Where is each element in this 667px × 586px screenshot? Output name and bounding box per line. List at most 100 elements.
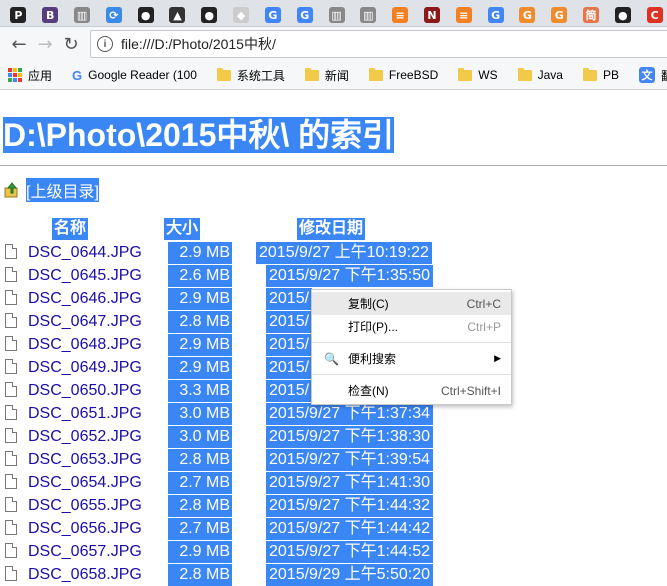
file-modified-date: 2015/9/27 下午1:44:42 [266, 518, 434, 540]
c-red-icon: C [646, 7, 663, 23]
tab-20[interactable]: C [642, 4, 667, 26]
bookmark-6[interactable]: Java [517, 67, 563, 82]
file-link[interactable]: DSC_0654.JPG [28, 472, 142, 494]
file-modified-date: 2015/9/27 下午1:37:34 [266, 403, 434, 425]
g-orange-icon: G [519, 7, 536, 23]
column-header-size[interactable]: 大小 [164, 218, 200, 240]
file-link[interactable]: DSC_0656.JPG [28, 518, 142, 540]
tab-5[interactable]: ▲ [165, 4, 190, 26]
parent-directory-label: [上级目录] [26, 178, 99, 202]
bookmark-4[interactable]: FreeBSD [368, 67, 439, 82]
file-icon [5, 428, 17, 443]
file-link[interactable]: DSC_0651.JPG [28, 403, 142, 425]
column-header-name[interactable]: 名称 [52, 218, 88, 240]
table-row: DSC_0653.JPG 2.8 MB 2015/9/27 下午1:39:54 [0, 449, 667, 471]
forward-button[interactable]: → [32, 31, 58, 57]
tab-1[interactable]: B [38, 4, 63, 26]
folder-icon [582, 67, 597, 81]
menu-item-label: 打印(P)... [348, 320, 398, 334]
file-modified-date: 2015/ [266, 334, 313, 356]
table-row: DSC_0657.JPG 2.9 MB 2015/9/27 下午1:44:52 [0, 541, 667, 563]
g-orange-icon: G [551, 7, 568, 23]
book-icon: ▥ [328, 7, 345, 23]
file-link[interactable]: DSC_0644.JPG [28, 242, 142, 264]
divider [0, 165, 667, 166]
parent-directory-link[interactable]: [上级目录] [4, 178, 99, 202]
file-modified-date: 2015/9/27 下午1:44:32 [266, 495, 434, 517]
google-icon: G [487, 7, 504, 23]
file-link[interactable]: DSC_0652.JPG [28, 426, 142, 448]
tab-17[interactable]: G [547, 4, 572, 26]
tab-13[interactable]: N [420, 4, 445, 26]
file-link[interactable]: DSC_0655.JPG [28, 495, 142, 517]
column-header-modified[interactable]: 修改日期 [297, 218, 365, 240]
tab-2[interactable]: ▥ [70, 4, 95, 26]
file-modified-date: 2015/ [266, 357, 313, 379]
tab-19[interactable]: ● [610, 4, 635, 26]
file-icon [5, 267, 17, 282]
context-menu-item[interactable]: 检查(N) Ctrl+Shift+I [312, 379, 511, 402]
file-link[interactable]: DSC_0648.JPG [28, 334, 142, 356]
reload-button[interactable]: ↻ [58, 31, 84, 57]
tab-9[interactable]: G [292, 4, 317, 26]
tab-6[interactable]: ● [197, 4, 222, 26]
context-menu: 复制(C) Ctrl+C 打印(P)... Ctrl+P 🔍 便利搜索 ▶ 检查(N) Ctrl… [311, 289, 512, 405]
tab-4[interactable]: ● [133, 4, 158, 26]
bookmark-8[interactable]: 文翻译 [639, 67, 667, 84]
file-size: 2.9 MB [168, 334, 232, 356]
file-size: 2.8 MB [168, 449, 232, 471]
file-link[interactable]: DSC_0649.JPG [28, 357, 142, 379]
tab-10[interactable]: ▥ [324, 4, 349, 26]
loop-icon: ⟳ [105, 7, 122, 23]
tab-12[interactable]: ≡ [388, 4, 413, 26]
bookmark-label: WS [478, 68, 498, 82]
file-link[interactable]: DSC_0657.JPG [28, 541, 142, 563]
table-row: DSC_0656.JPG 2.7 MB 2015/9/27 下午1:44:42 [0, 518, 667, 540]
file-link[interactable]: DSC_0658.JPG [28, 564, 142, 586]
bookmark-1[interactable]: G Google Reader (100 [72, 68, 197, 83]
file-modified-date: 2015/9/27 下午1:44:52 [266, 541, 434, 563]
bookmark-7[interactable]: PB [582, 67, 619, 82]
file-link[interactable]: DSC_0645.JPG [28, 265, 142, 287]
bookmark-2[interactable]: 系统工具 [216, 67, 285, 84]
tab-18[interactable]: 简 [579, 4, 604, 26]
bookmark-5[interactable]: WS [458, 67, 498, 82]
menu-separator [312, 374, 511, 375]
table-row: DSC_0645.JPG 2.6 MB 2015/9/27 下午1:35:50 [0, 265, 667, 287]
tab-8[interactable]: G [261, 4, 286, 26]
tab-14[interactable]: ≡ [451, 4, 476, 26]
file-icon [5, 382, 17, 397]
bookmark-3[interactable]: 新闻 [304, 67, 349, 84]
address-bar[interactable]: i file:///D:/Photo/2015中秋/ [90, 30, 667, 58]
table-row: DSC_0658.JPG 2.8 MB 2015/9/29 上午5:50:20 [0, 564, 667, 586]
tab-7[interactable]: ◆ [229, 4, 254, 26]
tab-15[interactable]: G [483, 4, 508, 26]
file-icon [5, 497, 17, 512]
file-icon [5, 474, 17, 489]
folder-icon [368, 67, 383, 81]
file-link[interactable]: DSC_0650.JPG [28, 380, 142, 402]
table-row: DSC_0644.JPG 2.9 MB 2015/9/27 上午10:19:22 [0, 242, 667, 264]
tab-11[interactable]: ▥ [356, 4, 381, 26]
bookmark-label: 系统工具 [236, 68, 285, 83]
file-link[interactable]: DSC_0646.JPG [28, 288, 142, 310]
context-menu-item[interactable]: 复制(C) Ctrl+C [312, 292, 511, 315]
file-size: 2.9 MB [168, 242, 232, 264]
bookmark-label: FreeBSD [388, 68, 439, 82]
tab-16[interactable]: G [515, 4, 540, 26]
file-size: 3.0 MB [168, 426, 232, 448]
bootstrap-icon: B [42, 7, 59, 23]
info-icon[interactable]: i [97, 36, 113, 52]
context-menu-item[interactable]: 打印(P)... Ctrl+P [312, 315, 511, 338]
file-link[interactable]: DSC_0647.JPG [28, 311, 142, 333]
bookmarks-bar: 应用 G Google Reader (100 系统工具 新闻 FreeBSD WS Java… [0, 61, 667, 90]
submenu-arrow-icon: ▶ [494, 353, 501, 363]
bookmark-0[interactable]: 应用 [8, 67, 52, 84]
tab-3[interactable]: ⟳ [101, 4, 126, 26]
table-row: DSC_0651.JPG 3.0 MB 2015/9/27 下午1:37:34 [0, 403, 667, 425]
context-menu-item[interactable]: 🔍 便利搜索 ▶ [312, 347, 511, 370]
back-button[interactable]: ← [6, 31, 32, 57]
tab-0[interactable]: P [6, 4, 31, 26]
file-size: 2.8 MB [168, 311, 232, 333]
file-link[interactable]: DSC_0653.JPG [28, 449, 142, 471]
